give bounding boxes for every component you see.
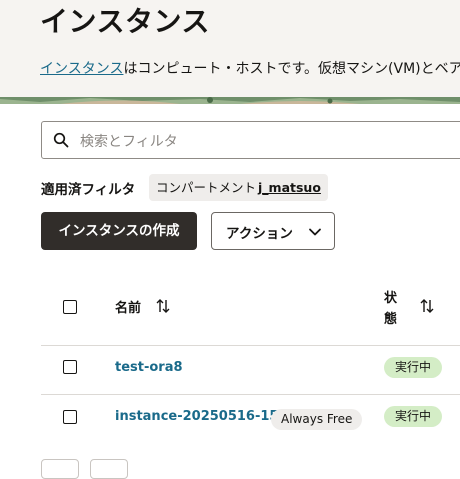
decorative-banner xyxy=(0,97,460,104)
row-divider xyxy=(41,345,460,346)
page-title: インスタンス xyxy=(40,5,210,38)
page-header: インスタンス インスタンスはコンピュート・ホストです。仮想マシン(VM)とベア xyxy=(0,0,460,104)
actions-menu-button[interactable]: アクション xyxy=(211,212,335,250)
row-checkbox[interactable] xyxy=(63,410,77,424)
row-checkbox[interactable] xyxy=(63,360,77,374)
description-text: はコンピュート・ホストです。仮想マシン(VM)とベア xyxy=(123,61,460,77)
sort-icon[interactable] xyxy=(156,298,170,314)
status-badge: 実行中 xyxy=(384,357,443,378)
select-all-checkbox[interactable] xyxy=(63,300,77,314)
pagination-button[interactable] xyxy=(90,459,128,479)
actions-label: アクション xyxy=(226,226,293,242)
pagination-button[interactable] xyxy=(41,459,79,479)
status-badge: 実行中 xyxy=(384,406,443,427)
instance-name-link[interactable]: instance-20250516-1509 xyxy=(115,409,297,424)
filter-chip-prefix: コンパートメント xyxy=(156,180,257,195)
filter-chip-value[interactable]: j_matsuo xyxy=(258,180,321,195)
chevron-down-icon xyxy=(309,228,321,236)
applied-filters-label: 適用済フィルタ xyxy=(41,182,136,198)
search-placeholder: 検索とフィルタ xyxy=(80,134,178,150)
sort-icon[interactable] xyxy=(420,298,434,314)
filter-chip-compartment[interactable]: コンパートメント j_matsuo xyxy=(149,174,328,201)
description-link[interactable]: インスタンス xyxy=(40,61,123,77)
search-icon xyxy=(53,132,69,148)
column-header-status[interactable]: 状態 xyxy=(384,288,400,330)
create-instance-button[interactable]: インスタンスの作成 xyxy=(41,212,197,250)
column-header-name[interactable]: 名前 xyxy=(115,297,141,316)
row-divider xyxy=(41,394,460,395)
search-input[interactable]: 検索とフィルタ xyxy=(41,121,460,159)
instance-name-link[interactable]: test-ora8 xyxy=(115,360,183,375)
always-free-badge: Always Free xyxy=(271,409,363,430)
page-description: インスタンスはコンピュート・ホストです。仮想マシン(VM)とベア xyxy=(40,58,460,78)
